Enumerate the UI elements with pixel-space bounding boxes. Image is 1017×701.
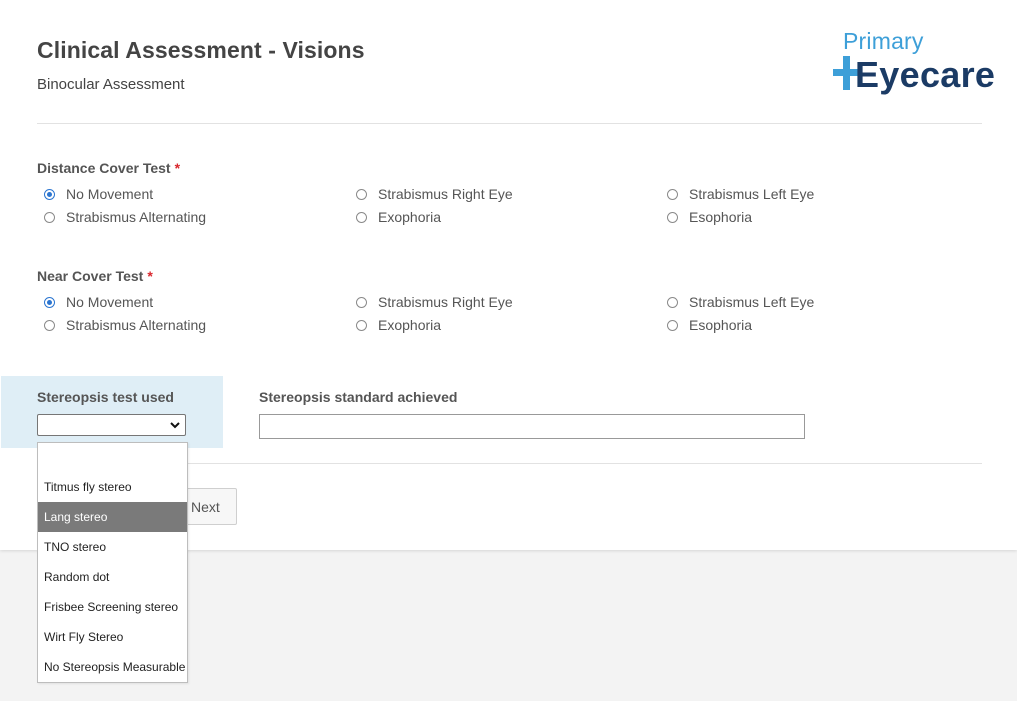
distance-cover-test-option-strabismus-alternating[interactable]: Strabismus Alternating: [37, 207, 206, 227]
radio-button[interactable]: [356, 296, 367, 308]
near-cover-test-label: Near Cover Test *: [37, 268, 153, 284]
radio-option-label: Esophoria: [689, 317, 753, 333]
radio-option-label: Strabismus Right Eye: [378, 186, 513, 202]
radio-option-label: No Movement: [66, 186, 154, 202]
radio-button[interactable]: [356, 211, 367, 223]
near-cover-test-option-esophoria[interactable]: Esophoria: [660, 315, 752, 335]
stereopsis-standard-label: Stereopsis standard achieved: [259, 389, 458, 405]
near-cover-test-option-strabismus-right-eye[interactable]: Strabismus Right Eye: [349, 292, 513, 312]
near-cover-test-label-text: Near Cover Test: [37, 268, 144, 284]
dropdown-option-blank[interactable]: [38, 443, 187, 473]
required-marker: *: [174, 160, 181, 176]
dropdown-option-random-dot[interactable]: Random dot: [38, 562, 187, 592]
radio-button[interactable]: [667, 211, 678, 223]
radio-option-label: Strabismus Alternating: [66, 209, 207, 225]
radio-option-label: Strabismus Left Eye: [689, 294, 815, 310]
page-subtitle: Binocular Assessment: [37, 76, 185, 93]
dropdown-option-tno-stereo[interactable]: TNO stereo: [38, 532, 187, 562]
dropdown-option-frisbee-screening-stereo[interactable]: Frisbee Screening stereo: [38, 592, 187, 622]
page-title: Clinical Assessment - Visions: [37, 37, 365, 63]
dropdown-option-titmus-fly-stereo[interactable]: Titmus fly stereo: [38, 472, 187, 502]
stereopsis-test-select[interactable]: [37, 414, 186, 436]
distance-cover-test-option-esophoria[interactable]: Esophoria: [660, 207, 752, 227]
required-marker: *: [147, 268, 153, 284]
stereopsis-standard-input[interactable]: [259, 414, 805, 439]
stereopsis-test-panel: [1, 376, 223, 448]
radio-button[interactable]: [44, 188, 55, 200]
near-cover-test-option-strabismus-alternating[interactable]: Strabismus Alternating: [37, 315, 206, 335]
near-cover-test-option-strabismus-left-eye[interactable]: Strabismus Left Eye: [660, 292, 814, 312]
logo-text-eyecare: Eyecare: [855, 54, 996, 95]
stereopsis-test-dropdown-list: Titmus fly stereo Lang stereo TNO stereo Ra…: [37, 442, 188, 683]
radio-option-label: Exophoria: [378, 317, 442, 333]
radio-option-label: Strabismus Left Eye: [689, 186, 815, 202]
distance-cover-test-option-no-movement[interactable]: No Movement: [37, 184, 153, 204]
radio-button[interactable]: [356, 319, 367, 331]
radio-option-label: Strabismus Alternating: [66, 317, 207, 333]
radio-button[interactable]: [667, 319, 678, 331]
near-cover-test-option-exophoria[interactable]: Exophoria: [349, 315, 441, 335]
radio-button[interactable]: [667, 296, 678, 308]
primary-eyecare-logo: Primary Eyecare: [833, 28, 995, 98]
stereopsis-test-label: Stereopsis test used: [37, 389, 174, 405]
header-divider: [37, 123, 982, 124]
near-cover-test-option-no-movement[interactable]: No Movement: [37, 292, 153, 312]
radio-option-label: Strabismus Right Eye: [378, 294, 513, 310]
radio-option-label: No Movement: [66, 294, 154, 310]
radio-button[interactable]: [44, 319, 55, 331]
chevron-down-icon: [170, 422, 180, 429]
distance-cover-test-option-exophoria[interactable]: Exophoria: [349, 207, 441, 227]
radio-option-label: Esophoria: [689, 209, 753, 225]
radio-button[interactable]: [44, 211, 55, 223]
radio-button[interactable]: [667, 188, 678, 200]
dropdown-option-lang-stereo[interactable]: Lang stereo: [38, 502, 187, 532]
distance-cover-test-option-strabismus-left-eye[interactable]: Strabismus Left Eye: [660, 184, 814, 204]
distance-cover-test-label-text: Distance Cover Test: [37, 160, 171, 176]
logo-text-primary: Primary: [843, 28, 924, 54]
radio-button[interactable]: [356, 188, 367, 200]
distance-cover-test-option-strabismus-right-eye[interactable]: Strabismus Right Eye: [349, 184, 513, 204]
dropdown-option-wirt-fly-stereo[interactable]: Wirt Fly Stereo: [38, 622, 187, 652]
radio-option-label: Exophoria: [378, 209, 442, 225]
dropdown-option-no-stereopsis-measurable[interactable]: No Stereopsis Measurable: [38, 652, 187, 682]
distance-cover-test-label: Distance Cover Test *: [37, 160, 180, 176]
radio-button[interactable]: [44, 296, 55, 308]
